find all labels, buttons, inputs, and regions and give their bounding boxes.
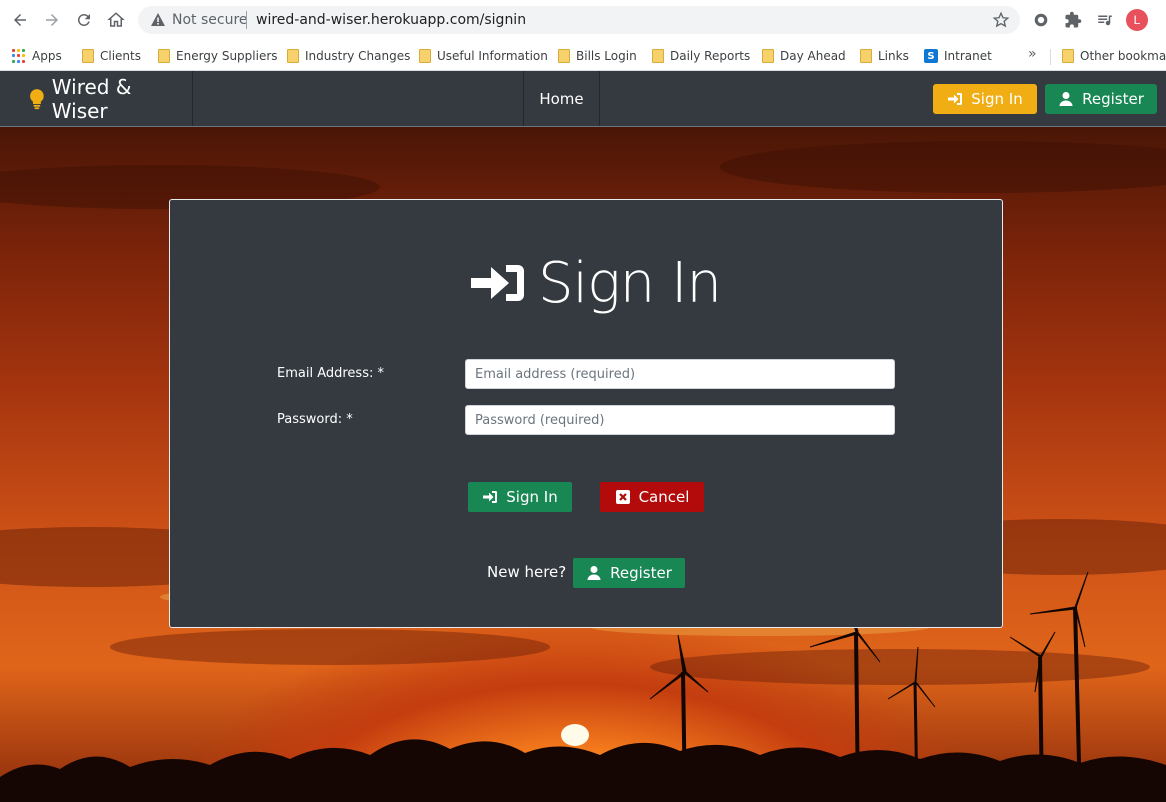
folder-icon (558, 49, 570, 63)
folder-icon (82, 49, 94, 63)
lightbulb-icon (30, 88, 44, 109)
cancel-label: Cancel (638, 488, 690, 506)
forward-arrow-icon[interactable] (40, 8, 64, 32)
security-label: Not secure (172, 12, 248, 28)
folder-icon (287, 49, 299, 63)
bookmark-label: Intranet (944, 49, 992, 63)
folder-icon (1062, 49, 1074, 63)
bookmark-clients[interactable]: Clients (82, 45, 141, 67)
bookmark-star-icon[interactable] (992, 11, 1010, 29)
home-icon[interactable] (104, 8, 128, 32)
bookmark-day-ahead[interactable]: Day Ahead (762, 45, 846, 67)
extension-circle-icon[interactable] (1031, 10, 1051, 30)
signin-card: Sign In Email Address: * Password: * Sig… (169, 199, 1003, 628)
bookmark-other-bookmarks[interactable]: Other bookmar (1062, 45, 1166, 67)
bookmark-label: Other bookmar (1080, 49, 1166, 63)
bookmark-label: Apps (32, 49, 62, 63)
cancel-button[interactable]: Cancel (600, 482, 704, 512)
bookmarks-bar: Apps Clients Energy Suppliers Industry C… (0, 40, 1166, 71)
register-label: Register (610, 564, 672, 582)
bookmark-useful-information[interactable]: Useful Information (419, 45, 548, 67)
browser-toolbar: Not secure wired-and-wiser.herokuapp.com… (0, 0, 1166, 40)
brand-link[interactable]: Wired & Wiser (0, 71, 193, 126)
bookmark-links[interactable]: Links (860, 45, 909, 67)
media-queue-icon[interactable] (1095, 10, 1115, 30)
address-divider (246, 11, 247, 29)
nav-signin-button[interactable]: Sign In (933, 84, 1037, 114)
sign-in-icon (471, 265, 524, 301)
bookmark-daily-reports[interactable]: Daily Reports (652, 45, 750, 67)
bookmark-apps[interactable]: Apps (12, 45, 62, 67)
sign-in-icon (483, 491, 498, 503)
register-button[interactable]: Register (573, 558, 685, 588)
bookmark-intranet[interactable]: S Intranet (924, 45, 992, 67)
folder-icon (762, 49, 774, 63)
sharepoint-icon: S (924, 49, 938, 63)
puzzle-extensions-icon[interactable] (1063, 10, 1083, 30)
apps-grid-icon (12, 49, 26, 63)
signin-title: Sign In (538, 250, 722, 316)
bookmark-industry-changes[interactable]: Industry Changes (287, 45, 410, 67)
password-field[interactable] (465, 405, 895, 435)
bookmark-label: Daily Reports (670, 49, 751, 63)
new-here-text: New here? (487, 563, 567, 581)
email-label: Email Address: * (277, 366, 384, 381)
back-arrow-icon[interactable] (8, 8, 32, 32)
nav-home-label: Home (539, 89, 584, 108)
bookmarks-overflow-button[interactable]: » (1028, 46, 1037, 62)
site-navbar: Wired & Wiser Home Sign In Register (0, 71, 1166, 127)
bookmark-energy-suppliers[interactable]: Energy Suppliers (158, 45, 278, 67)
user-icon (1059, 92, 1073, 106)
folder-icon (158, 49, 170, 63)
url-text[interactable]: wired-and-wiser.herokuapp.com/signin (256, 12, 526, 28)
warning-icon (151, 13, 165, 26)
address-bar[interactable]: Not secure wired-and-wiser.herokuapp.com… (138, 6, 1020, 34)
bookmark-label: Day Ahead (780, 49, 846, 63)
signin-submit-button[interactable]: Sign In (468, 482, 572, 512)
user-icon (587, 566, 601, 580)
bookmark-label: Clients (100, 49, 141, 63)
email-field[interactable] (465, 359, 895, 389)
bookmark-label: Energy Suppliers (176, 49, 278, 63)
bookmark-label: Useful Information (437, 49, 548, 63)
signin-heading: Sign In (470, 248, 722, 318)
folder-icon (860, 49, 872, 63)
bookmark-label: Industry Changes (305, 49, 411, 63)
folder-icon (419, 49, 431, 63)
nav-home-link[interactable]: Home (523, 71, 600, 126)
signin-submit-label: Sign In (506, 488, 558, 506)
bookmark-bills-login[interactable]: Bills Login (558, 45, 637, 67)
nav-register-button[interactable]: Register (1045, 84, 1157, 114)
folder-icon (652, 49, 664, 63)
profile-avatar[interactable]: L (1126, 9, 1148, 31)
close-box-icon (615, 490, 630, 504)
nav-register-label: Register (1082, 90, 1144, 108)
bookmark-label: Links (878, 49, 909, 63)
sign-in-icon (948, 93, 963, 105)
brand-name: Wired & Wiser (51, 74, 132, 123)
bookmark-label: Bills Login (576, 49, 637, 63)
reload-icon[interactable] (72, 8, 96, 32)
nav-signin-label: Sign In (971, 90, 1023, 108)
bookmarks-divider (1050, 49, 1051, 65)
password-label: Password: * (277, 412, 353, 427)
